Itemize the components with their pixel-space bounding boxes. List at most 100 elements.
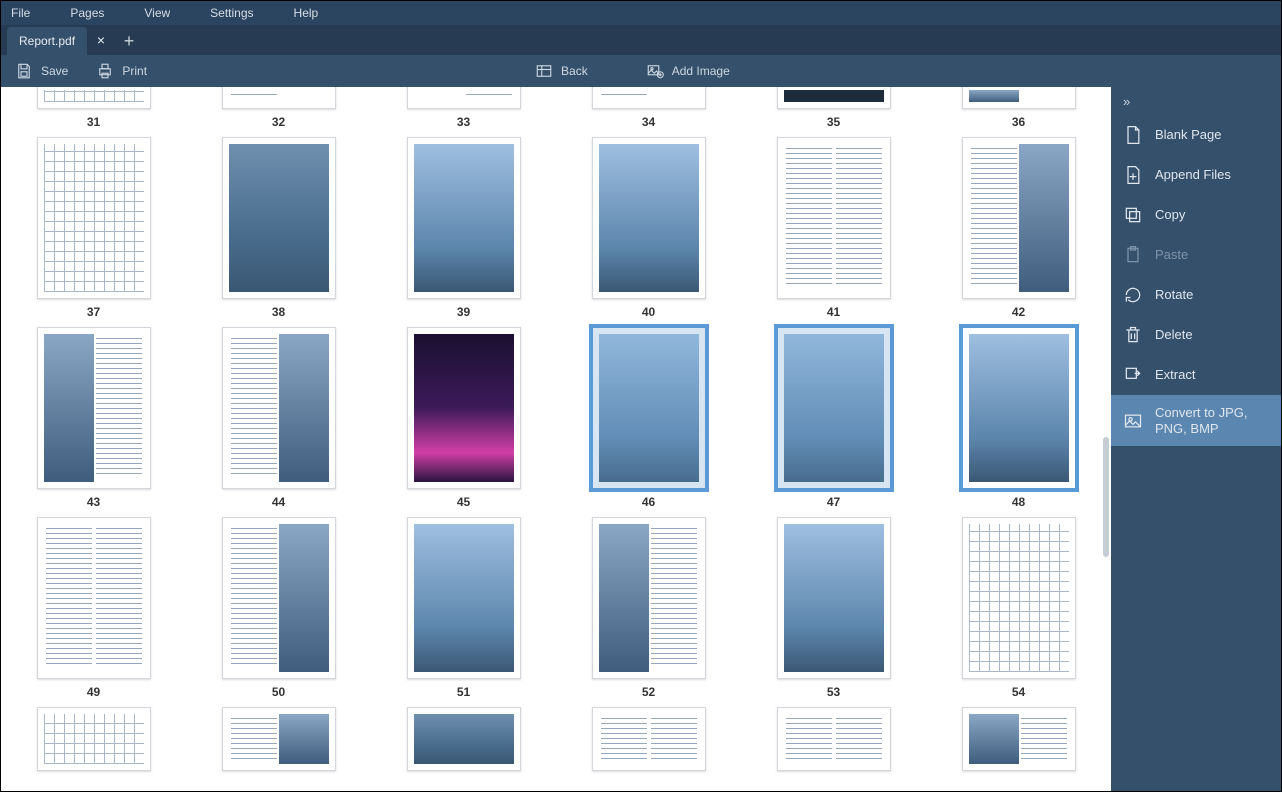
paste-icon bbox=[1123, 245, 1143, 265]
page-number: 44 bbox=[272, 495, 285, 509]
page-thumb[interactable] bbox=[407, 517, 521, 679]
page-thumb[interactable] bbox=[222, 327, 336, 489]
page-number: 48 bbox=[1012, 495, 1025, 509]
page-number: 41 bbox=[827, 305, 840, 319]
sidebar-delete[interactable]: Delete bbox=[1111, 315, 1281, 355]
add-image-button[interactable]: Add Image bbox=[632, 62, 744, 80]
page-number: 33 bbox=[457, 115, 470, 129]
chevron-right-icon: » bbox=[1123, 94, 1130, 109]
print-button[interactable]: Print bbox=[82, 62, 161, 80]
sidebar-item-label: Blank Page bbox=[1155, 127, 1222, 143]
page-thumb[interactable] bbox=[777, 517, 891, 679]
add-image-icon bbox=[646, 62, 664, 80]
page-thumb-selected[interactable] bbox=[592, 327, 706, 489]
page-number: 53 bbox=[827, 685, 840, 699]
sidebar-item-label: Copy bbox=[1155, 207, 1185, 223]
page-number: 54 bbox=[1012, 685, 1025, 699]
page-thumb[interactable] bbox=[592, 517, 706, 679]
back-icon bbox=[535, 62, 553, 80]
sidebar-convert[interactable]: Convert to JPG, PNG, BMP bbox=[1111, 395, 1281, 446]
page-thumb[interactable] bbox=[37, 327, 151, 489]
sidebar-item-label: Convert to JPG, PNG, BMP bbox=[1155, 405, 1269, 436]
page-thumb[interactable] bbox=[37, 87, 151, 109]
extract-icon bbox=[1123, 365, 1143, 385]
page-number: 38 bbox=[272, 305, 285, 319]
page-thumb-selected[interactable] bbox=[962, 327, 1076, 489]
page-thumb-selected[interactable] bbox=[777, 327, 891, 489]
menu-settings[interactable]: Settings bbox=[210, 6, 253, 20]
page-number: 49 bbox=[87, 685, 100, 699]
page-number: 47 bbox=[827, 495, 840, 509]
blank-page-icon bbox=[1123, 125, 1143, 145]
save-label: Save bbox=[41, 64, 68, 78]
close-icon[interactable]: × bbox=[97, 33, 105, 47]
toolbar: Save Print Back Add Image bbox=[1, 55, 1281, 87]
print-icon bbox=[96, 62, 114, 80]
page-thumb[interactable] bbox=[962, 517, 1076, 679]
page-thumb[interactable] bbox=[777, 137, 891, 299]
tab-bar: Report.pdf × + bbox=[1, 25, 1281, 55]
delete-icon bbox=[1123, 325, 1143, 345]
page-thumb[interactable] bbox=[222, 87, 336, 109]
page-number: 35 bbox=[827, 115, 840, 129]
actions-sidebar: » Blank Page Append Files Copy Paste Rot… bbox=[1111, 87, 1281, 791]
sidebar-item-label: Extract bbox=[1155, 367, 1195, 383]
back-label: Back bbox=[561, 64, 588, 78]
page-thumb[interactable] bbox=[37, 517, 151, 679]
page-thumb[interactable] bbox=[592, 137, 706, 299]
sidebar-item-label: Paste bbox=[1155, 247, 1188, 263]
page-thumb[interactable] bbox=[222, 707, 336, 771]
sidebar-copy[interactable]: Copy bbox=[1111, 195, 1281, 235]
page-number: 40 bbox=[642, 305, 655, 319]
collapse-sidebar-button[interactable]: » bbox=[1111, 87, 1281, 115]
save-button[interactable]: Save bbox=[1, 62, 82, 80]
new-tab-button[interactable]: + bbox=[115, 27, 143, 55]
sidebar-item-label: Rotate bbox=[1155, 287, 1193, 303]
page-thumb[interactable] bbox=[37, 707, 151, 771]
menu-pages[interactable]: Pages bbox=[70, 6, 104, 20]
sidebar-blank-page[interactable]: Blank Page bbox=[1111, 115, 1281, 155]
page-number: 31 bbox=[87, 115, 100, 129]
page-thumb[interactable] bbox=[592, 87, 706, 109]
page-number: 43 bbox=[87, 495, 100, 509]
page-number: 34 bbox=[642, 115, 655, 129]
sidebar-item-label: Append Files bbox=[1155, 167, 1231, 183]
page-number: 32 bbox=[272, 115, 285, 129]
page-thumb[interactable] bbox=[962, 87, 1076, 109]
page-thumb[interactable] bbox=[777, 707, 891, 771]
page-thumb[interactable] bbox=[407, 87, 521, 109]
menu-bar: File Pages View Settings Help bbox=[1, 1, 1281, 25]
page-thumb[interactable] bbox=[407, 137, 521, 299]
page-thumb[interactable] bbox=[407, 707, 521, 771]
back-button[interactable]: Back bbox=[521, 62, 602, 80]
page-thumb[interactable] bbox=[222, 517, 336, 679]
sidebar-extract[interactable]: Extract bbox=[1111, 355, 1281, 395]
sidebar-append-files[interactable]: Append Files bbox=[1111, 155, 1281, 195]
page-thumb[interactable] bbox=[407, 327, 521, 489]
sidebar-paste: Paste bbox=[1111, 235, 1281, 275]
page-number: 42 bbox=[1012, 305, 1025, 319]
menu-file[interactable]: File bbox=[11, 6, 30, 20]
convert-image-icon bbox=[1123, 411, 1143, 431]
page-number: 52 bbox=[642, 685, 655, 699]
menu-view[interactable]: View bbox=[144, 6, 170, 20]
tab-title: Report.pdf bbox=[19, 34, 75, 48]
page-number: 37 bbox=[87, 305, 100, 319]
thumbnail-grid[interactable]: 31 32 33 34 35 36 37 38 39 40 41 42 43 4… bbox=[1, 87, 1111, 791]
sidebar-item-label: Delete bbox=[1155, 327, 1193, 343]
page-thumb[interactable] bbox=[777, 87, 891, 109]
scrollbar-thumb[interactable] bbox=[1103, 437, 1109, 557]
save-icon bbox=[15, 62, 33, 80]
print-label: Print bbox=[122, 64, 147, 78]
page-thumb[interactable] bbox=[222, 137, 336, 299]
page-number: 39 bbox=[457, 305, 470, 319]
page-thumb[interactable] bbox=[962, 707, 1076, 771]
menu-help[interactable]: Help bbox=[294, 6, 319, 20]
page-thumb[interactable] bbox=[962, 137, 1076, 299]
document-tab[interactable]: Report.pdf × bbox=[7, 27, 87, 55]
page-thumb[interactable] bbox=[592, 707, 706, 771]
rotate-icon bbox=[1123, 285, 1143, 305]
page-number: 51 bbox=[457, 685, 470, 699]
sidebar-rotate[interactable]: Rotate bbox=[1111, 275, 1281, 315]
page-thumb[interactable] bbox=[37, 137, 151, 299]
